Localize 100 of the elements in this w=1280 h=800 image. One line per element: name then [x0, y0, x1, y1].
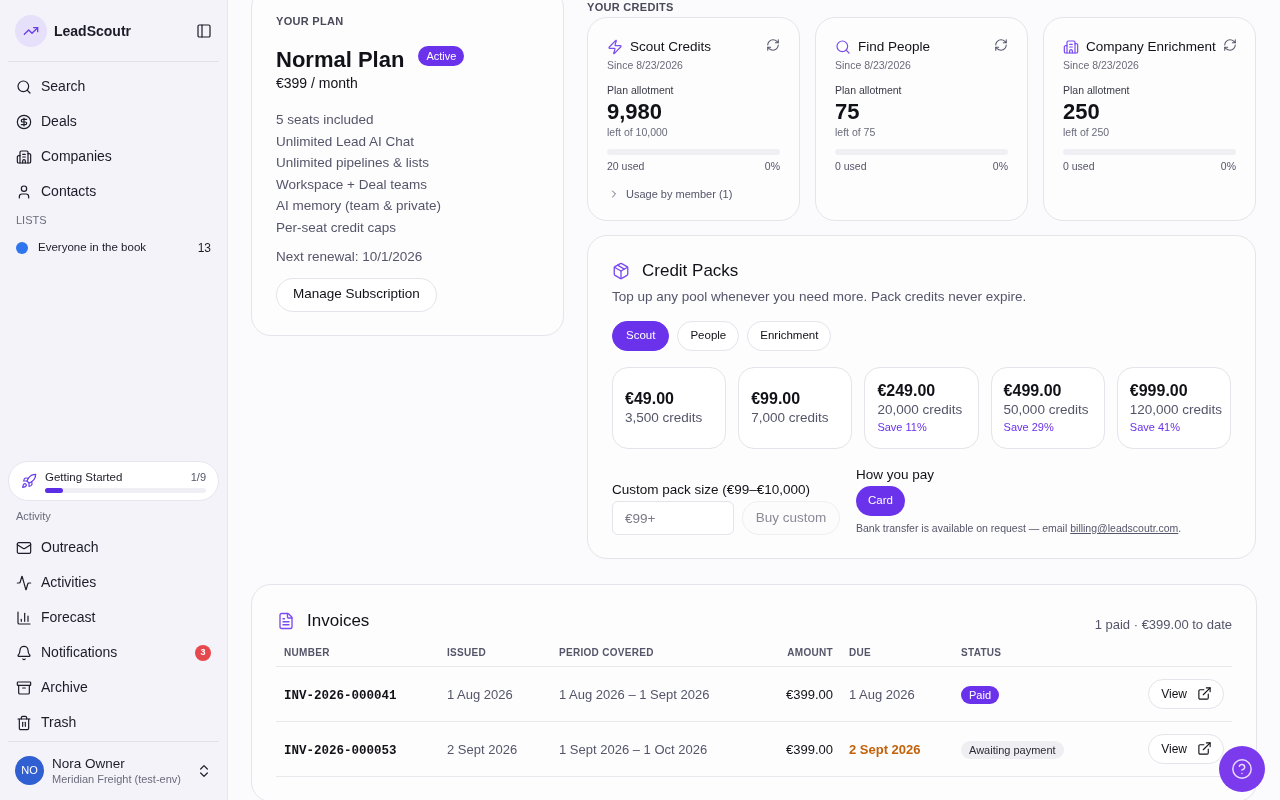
credits-used: 0 used	[835, 159, 867, 173]
pack-price: €49.00	[625, 389, 674, 409]
help-icon	[1231, 758, 1253, 780]
due-date: 2 Sept 2026	[849, 741, 921, 757]
nav-item[interactable]: Forecast	[0, 600, 227, 635]
section-heading: YOUR PLAN	[276, 14, 345, 29]
list-item[interactable]: Everyone in the book 13	[0, 233, 227, 263]
pack-credits: 50,000 credits	[1003, 401, 1089, 419]
view-button[interactable]: View	[1148, 733, 1224, 764]
feature-item: Workspace + Deal teams	[276, 175, 428, 194]
pack-saving: Save 29%	[1003, 420, 1054, 435]
package-icon	[612, 262, 630, 280]
feature-item: Unlimited pipelines & lists	[276, 154, 431, 173]
building-icon	[1063, 39, 1079, 55]
user-name: Nora Owner	[52, 755, 126, 772]
payment-heading: How you pay	[856, 466, 935, 484]
help-button[interactable]	[1219, 746, 1265, 792]
invoice-summary: 1 paid · €399.00 to date	[1094, 616, 1232, 635]
nav-item[interactable]: Activities	[0, 565, 227, 600]
pack-saving: Save 11%	[877, 420, 927, 435]
usage-percent: 0%	[992, 159, 1008, 173]
pack-credits: 20,000 credits	[877, 401, 963, 419]
table-cell: 1 Aug 2026	[447, 686, 513, 702]
credit-title: Find People	[858, 37, 931, 56]
field-label: Custom pack size (€99–€10,000)	[612, 481, 812, 499]
column-header: AMOUNT	[787, 646, 833, 658]
nav-item[interactable]: Notifications 3	[0, 635, 227, 670]
nav-item[interactable]: Archive	[0, 670, 227, 705]
nav-item[interactable]: Trash	[0, 705, 227, 740]
since-date: Since 8/23/2026	[1063, 58, 1140, 72]
due-date: 1 Aug 2026	[849, 686, 915, 702]
column-header: STATUS	[961, 646, 1002, 658]
allotment-label: Plan allotment	[835, 83, 903, 97]
view-button[interactable]: View	[1148, 678, 1224, 709]
table-cell: 1 Sept 2026 – 1 Oct 2026	[559, 741, 708, 757]
pack-price: €99.00	[751, 389, 801, 409]
pool-tab[interactable]: Scout	[612, 321, 670, 351]
rocket-icon	[21, 473, 37, 489]
usage-percent: 0%	[764, 159, 780, 173]
invoice-amount: €399.00	[786, 741, 833, 757]
payment-method-button[interactable]: Card	[856, 486, 905, 516]
feature-item: 5 seats included	[276, 111, 375, 129]
credit-pack-option[interactable]: €499.00 50,000 credits Save 29%	[990, 367, 1105, 449]
pack-saving: Save 41%	[1129, 420, 1180, 435]
invoice-number: INV-2026-000041	[284, 688, 397, 703]
usage-percent: 0%	[1220, 159, 1236, 173]
pulse-icon	[16, 574, 32, 591]
archive-icon	[16, 679, 32, 696]
nav-item[interactable]: Contacts	[0, 174, 227, 209]
onboarding-title: Getting Started	[45, 469, 123, 484]
nav-item[interactable]: Deals	[0, 104, 227, 139]
column-header: PERIOD COVERED	[559, 646, 654, 658]
sidebar-panel-icon[interactable]	[196, 23, 212, 39]
refresh-icon[interactable]	[994, 37, 1008, 52]
credits-remaining: 250	[1063, 99, 1101, 125]
pool-tab[interactable]: People	[677, 321, 740, 351]
status-badge: Active	[418, 46, 465, 66]
search-icon	[835, 39, 851, 55]
list-count: 13	[197, 240, 211, 257]
nav-item[interactable]: Companies	[0, 139, 227, 174]
nav-item[interactable]: Search	[0, 69, 227, 104]
feature-item: Unlimited Lead AI Chat	[276, 132, 416, 151]
since-date: Since 8/23/2026	[607, 58, 684, 72]
bar-chart-icon	[16, 609, 32, 626]
renewal-date: Next renewal: 10/1/2026	[276, 247, 424, 266]
document-icon	[277, 612, 295, 630]
credits-total: left of 75	[835, 125, 877, 139]
refresh-icon[interactable]	[1222, 37, 1237, 52]
dollar-circle-icon	[16, 113, 32, 130]
credit-pack-option[interactable]: €49.00 3,500 credits	[612, 367, 727, 449]
credits-total: left of 250	[1063, 125, 1111, 139]
credits-used: 20 used	[607, 159, 645, 173]
pack-price: €249.00	[877, 381, 936, 401]
payment-note: Bank transfer is available on request — email billing@leadscoutr.com.	[856, 521, 1182, 535]
credit-pack-option[interactable]: €999.00 120,000 credits Save 41%	[1116, 367, 1231, 449]
onboarding-card[interactable]: Getting Started 1/9	[8, 461, 219, 501]
pack-credits: 120,000 credits	[1129, 401, 1223, 419]
manage-subscription-button[interactable]: Manage Subscription	[276, 277, 437, 312]
invoice-amount: €399.00	[786, 686, 833, 702]
status-badge: Awaiting payment	[961, 740, 1064, 759]
pool-tab[interactable]: Enrichment	[747, 321, 832, 351]
refresh-icon[interactable]	[766, 37, 780, 52]
building-icon	[16, 148, 32, 165]
nav-item[interactable]: Outreach	[0, 530, 227, 565]
allotment-label: Plan allotment	[1063, 83, 1131, 97]
bell-icon	[16, 644, 32, 661]
trash-icon	[16, 714, 32, 731]
credit-pack-option[interactable]: €99.00 7,000 credits	[738, 367, 853, 449]
section-label: Activity	[15, 509, 52, 524]
step-count: 1/9	[190, 469, 206, 484]
column-header: ISSUED	[447, 646, 487, 658]
credits-remaining: 9,980	[607, 99, 664, 125]
credit-pack-option[interactable]: €249.00 20,000 credits Save 11%	[864, 367, 979, 449]
section-label: LISTS	[15, 213, 48, 228]
invoice-number: INV-2026-000053	[284, 743, 397, 758]
pack-credits: 7,000 credits	[751, 409, 829, 427]
envelope-icon	[16, 539, 32, 556]
table-cell: 2 Sept 2026	[447, 741, 518, 757]
pack-credits: 3,500 credits	[625, 409, 703, 427]
usage-toggle[interactable]: Usage by member (1)	[607, 186, 733, 202]
